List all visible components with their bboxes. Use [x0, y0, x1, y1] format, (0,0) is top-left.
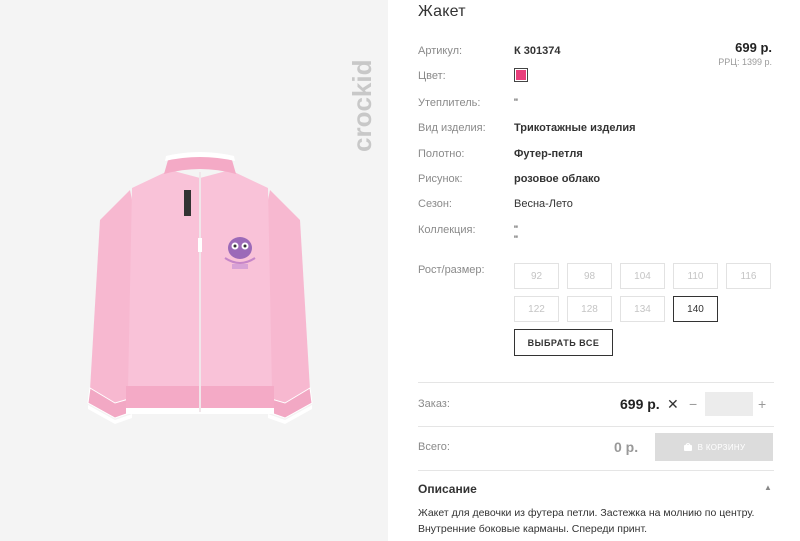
attr-label: Артикул: — [418, 45, 463, 57]
attr-label: Коллекция: — [418, 224, 476, 236]
collapse-toggle-icon[interactable]: ▲ — [764, 483, 772, 492]
order-label: Заказ: — [418, 398, 450, 410]
size-option[interactable]: 110 — [673, 263, 718, 289]
size-option-selected[interactable]: 140 — [673, 296, 718, 322]
size-option[interactable]: 134 — [620, 296, 665, 322]
size-option[interactable]: 122 — [514, 296, 559, 322]
size-option[interactable]: 128 — [567, 296, 612, 322]
decrement-button[interactable]: − — [689, 396, 697, 412]
product-image-panel[interactable]: crockid — [0, 0, 388, 541]
attr-value: К 301374 — [514, 45, 561, 57]
attr-value: " — [514, 97, 518, 109]
attr-label: Полотно: — [418, 148, 465, 160]
add-to-cart-button[interactable]: В КОРЗИНУ — [655, 433, 773, 461]
attr-value: Футер-петля — [514, 148, 583, 160]
product-title: Жакет — [418, 3, 466, 20]
product-price: 699 р. — [735, 40, 772, 55]
product-photo — [87, 152, 313, 424]
attr-value: Весна-Лето — [514, 198, 573, 210]
attr-value: " — [514, 234, 518, 246]
brand-logo: crockid — [347, 60, 377, 153]
select-all-button[interactable]: ВЫБРАТЬ ВСЕ — [514, 329, 613, 356]
product-rrp: PPЦ: 1399 р. — [718, 57, 772, 67]
attr-label: Рисунок: — [418, 173, 463, 185]
total-value: 0 р. — [614, 439, 639, 455]
attr-label: Цвет: — [418, 70, 446, 82]
divider — [418, 426, 774, 427]
size-option[interactable]: 116 — [726, 263, 771, 289]
attr-label: Сезон: — [418, 198, 452, 210]
attr-value: розовое облако — [514, 173, 601, 185]
divider — [418, 382, 774, 383]
quantity-input[interactable] — [705, 392, 753, 416]
description-text: Жакет для девочки из футера петли. Засте… — [418, 507, 755, 535]
sizes-label: Рост/размер: — [418, 264, 485, 276]
size-option[interactable]: 98 — [567, 263, 612, 289]
attr-value: Трикотажные изделия — [514, 122, 636, 134]
order-price: 699 р. — [620, 396, 660, 412]
attr-label: Вид изделия: — [418, 122, 486, 134]
color-swatch-fill — [516, 70, 526, 80]
color-swatch[interactable] — [514, 68, 528, 82]
cart-icon — [683, 442, 692, 451]
description-title[interactable]: Описание — [418, 482, 477, 496]
total-label: Всего: — [418, 441, 450, 453]
divider — [418, 470, 774, 471]
brand-logo-text: crockid — [347, 60, 377, 153]
attr-label: Утеплитель: — [418, 97, 481, 109]
increment-button[interactable]: + — [758, 396, 766, 412]
times-icon: ✕ — [667, 396, 679, 412]
size-option[interactable]: 92 — [514, 263, 559, 289]
size-option[interactable]: 104 — [620, 263, 665, 289]
add-to-cart-label: В КОРЗИНУ — [697, 442, 746, 452]
